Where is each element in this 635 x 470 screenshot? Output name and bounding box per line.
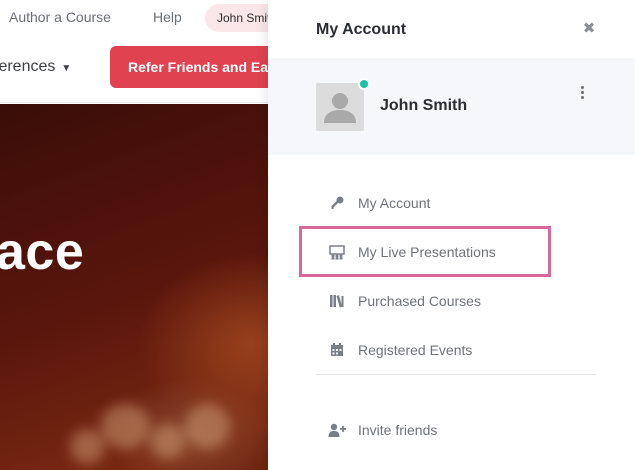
- presentation-icon: [328, 243, 346, 261]
- calendar-icon: [328, 341, 346, 359]
- menu-item-label: My Account: [358, 194, 431, 211]
- profile-name: John Smith: [380, 97, 468, 114]
- close-icon[interactable]: ✖: [580, 20, 598, 38]
- key-icon: [328, 194, 346, 212]
- help-link[interactable]: Help: [153, 9, 182, 25]
- hero-headline: ace: [0, 223, 85, 281]
- more-options-icon[interactable]: [576, 86, 588, 104]
- profile-card: John Smith: [268, 58, 635, 155]
- menu-item-label: Invite friends: [358, 421, 438, 438]
- drawer-title: My Account: [316, 21, 407, 38]
- menu-item-registered-events[interactable]: Registered Events: [316, 325, 596, 374]
- conferences-label: ferences: [0, 58, 56, 75]
- chevron-down-icon: ▼: [61, 63, 72, 74]
- menu-item-label: My Live Presentations: [358, 243, 496, 260]
- hero-image-blur: [150, 424, 185, 459]
- menu-item-label: Purchased Courses: [358, 292, 481, 309]
- account-drawer: My Account ✖ John Smith My Account My Li…: [268, 0, 635, 470]
- account-menu: My Account My Live Presentations Purchas…: [299, 178, 596, 454]
- hero-image-blur: [70, 429, 105, 464]
- avatar[interactable]: [316, 83, 364, 131]
- online-status-dot: [358, 78, 370, 90]
- menu-item-my-account[interactable]: My Account: [316, 178, 596, 227]
- user-silhouette-icon: [316, 83, 364, 131]
- conferences-dropdown[interactable]: ferences ▼: [0, 58, 71, 76]
- add-user-icon: [328, 421, 346, 439]
- menu-item-my-live-presentations[interactable]: My Live Presentations: [299, 226, 551, 277]
- hero-image-blur: [100, 404, 150, 449]
- hero-image-blur: [185, 404, 230, 449]
- books-icon: [328, 292, 346, 310]
- menu-item-invite-friends[interactable]: Invite friends: [316, 405, 596, 454]
- author-course-link[interactable]: Author a Course: [9, 9, 111, 25]
- menu-item-purchased-courses[interactable]: Purchased Courses: [316, 276, 596, 325]
- menu-item-label: Registered Events: [358, 341, 473, 358]
